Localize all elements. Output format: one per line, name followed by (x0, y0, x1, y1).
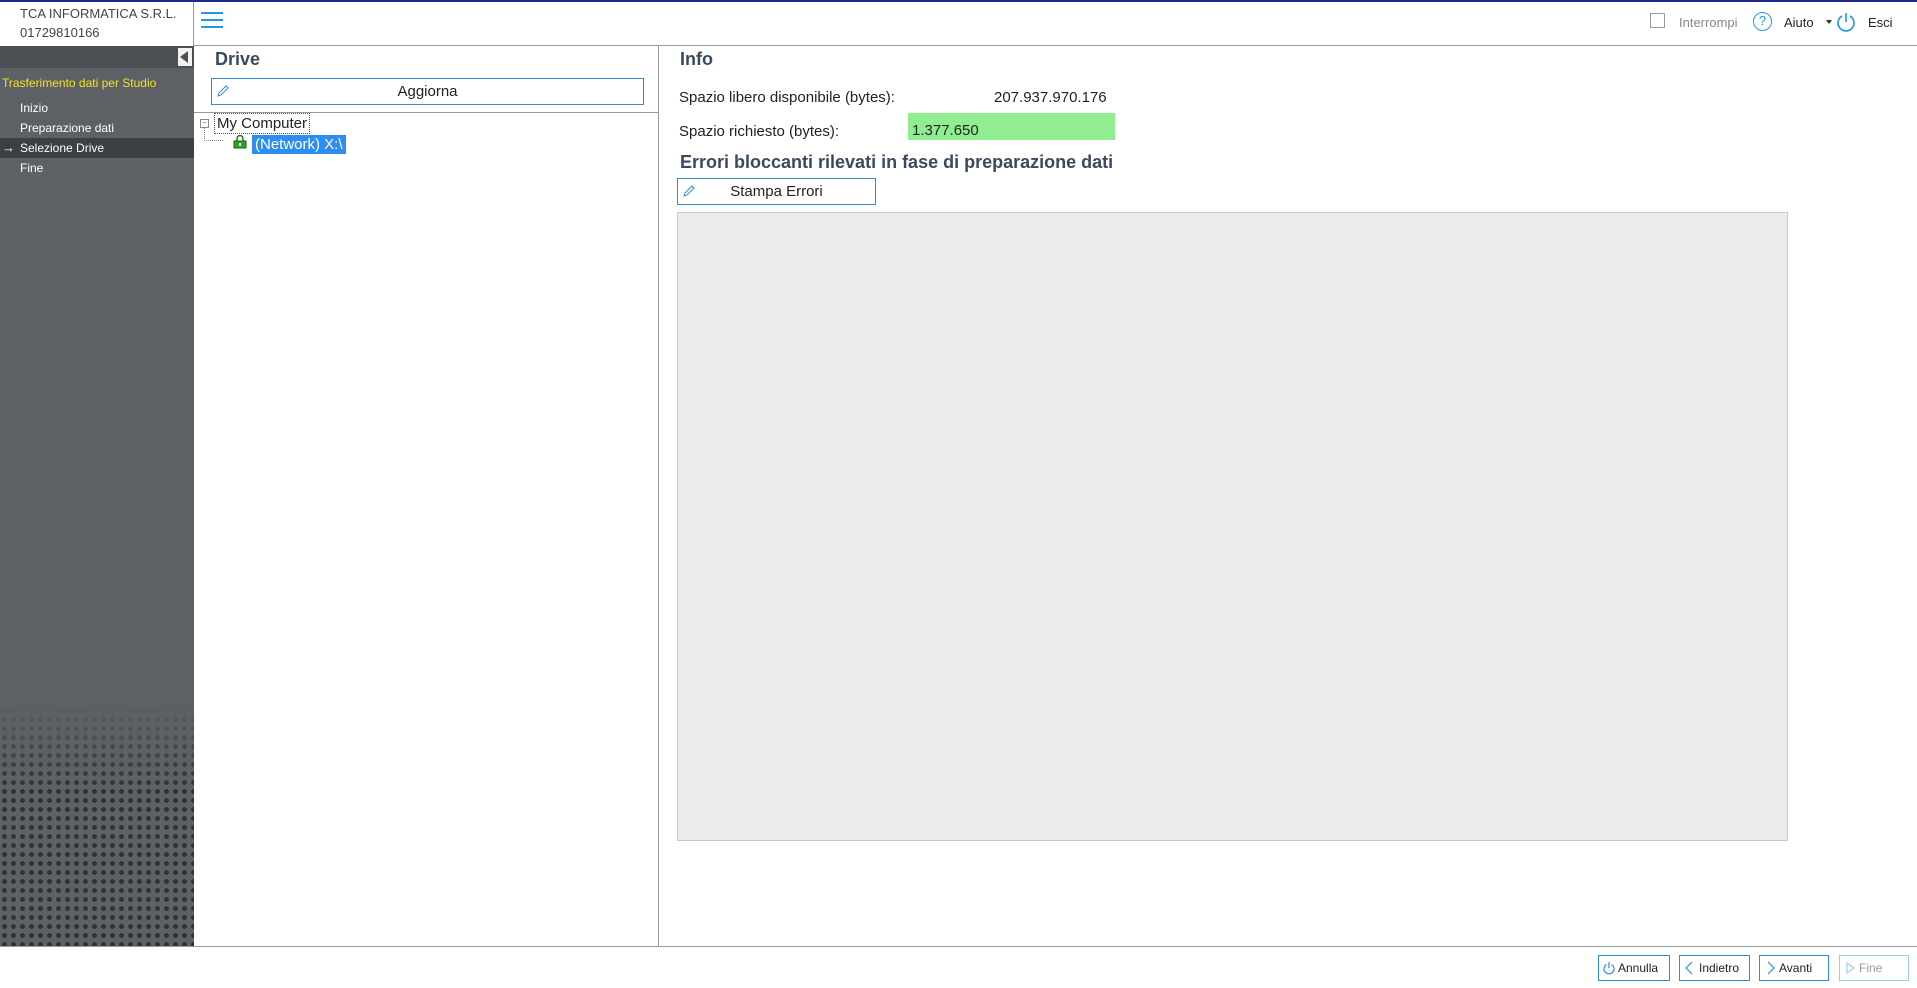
header-bar: Interrompi ? Aiuto Esci (194, 2, 1917, 46)
interrompi-checkbox[interactable] (1650, 13, 1665, 28)
sidebar-dot-pattern (0, 706, 194, 946)
menu-icon[interactable] (201, 12, 223, 30)
sidebar-nav-panel: Trasferimento dati per Studio Inizio Pre… (0, 46, 194, 946)
tree-node-network-drive[interactable]: (Network) X:\ (252, 135, 346, 154)
arrow-right-icon: → (2, 140, 15, 155)
company-info: TCA INFORMATICA S.R.L. 01729810166 (0, 2, 194, 46)
free-space-value: 207.937.970.176 (994, 89, 1107, 106)
finish-button-label: Fine (1859, 961, 1883, 975)
tree-node-my-computer[interactable]: My Computer (214, 113, 311, 134)
tree-connector (204, 127, 223, 141)
back-button[interactable]: Indietro (1679, 955, 1750, 981)
collapse-sidebar-button[interactable] (178, 48, 192, 66)
wizard-step-fine[interactable]: Fine (0, 158, 194, 178)
errors-list[interactable] (677, 212, 1788, 841)
refresh-button[interactable]: Aggiorna (211, 78, 644, 105)
wizard-steps: Inizio Preparazione dati → Selezione Driv… (0, 98, 194, 178)
print-errors-button-label: Stampa Errori (730, 183, 823, 200)
errors-section-title: Errori bloccanti rilevati in fase di pre… (680, 152, 1114, 172)
interrompi-label: Interrompi (1679, 15, 1738, 30)
footer-bar: Annulla Indietro Avanti Fine (0, 946, 1917, 988)
wizard-step-label: Selezione Drive (20, 141, 105, 155)
wizard-step-preparazione-dati[interactable]: Preparazione dati (0, 118, 194, 138)
drive-panel: Drive Aggiorna − My Computer (Network) X… (194, 46, 659, 946)
wizard-step-label: Inizio (20, 101, 49, 115)
pencil-icon (217, 85, 229, 97)
exit-button[interactable]: Esci (1868, 15, 1893, 30)
print-errors-button[interactable]: Stampa Errori (677, 178, 876, 205)
company-code: 01729810166 (20, 25, 100, 40)
required-space-value: 1.377.650 (908, 113, 1115, 140)
cancel-button[interactable]: Annulla (1598, 955, 1670, 981)
chevron-right-icon (1767, 961, 1775, 975)
wizard-step-label: Fine (20, 161, 44, 175)
network-drive-icon (233, 135, 247, 149)
wizard-step-inizio[interactable]: Inizio (0, 98, 194, 118)
info-section-title: Info (680, 49, 713, 69)
power-icon[interactable] (1835, 11, 1857, 33)
caret-down-icon[interactable] (1826, 20, 1832, 24)
company-name: TCA INFORMATICA S.R.L. (20, 6, 177, 21)
wizard-title: Trasferimento dati per Studio (2, 76, 157, 90)
next-button-label: Avanti (1779, 961, 1813, 975)
next-button[interactable]: Avanti (1759, 955, 1829, 981)
sidebar: TCA INFORMATICA S.R.L. 01729810166 Trasf… (0, 2, 194, 946)
finish-button[interactable]: Fine (1839, 955, 1909, 981)
pencil-icon (683, 185, 695, 197)
cancel-button-label: Annulla (1618, 961, 1659, 975)
required-space-label: Spazio richiesto (bytes): (679, 123, 840, 140)
drive-section-title: Drive (215, 49, 261, 69)
chevron-left-icon (1685, 961, 1693, 975)
back-button-label: Indietro (1699, 961, 1740, 975)
wizard-step-selezione-drive[interactable]: → Selezione Drive (0, 138, 194, 158)
refresh-button-label: Aggiorna (397, 83, 458, 100)
wizard-step-label: Preparazione dati (20, 121, 115, 135)
help-icon[interactable]: ? (1753, 12, 1772, 31)
drive-tree[interactable]: − My Computer (Network) X:\ (194, 112, 658, 947)
free-space-label: Spazio libero disponibile (bytes): (679, 89, 895, 106)
collapse-strip (0, 46, 194, 68)
power-icon (1603, 962, 1615, 975)
help-menu-button[interactable]: Aiuto (1784, 15, 1814, 30)
play-icon (1846, 961, 1855, 975)
